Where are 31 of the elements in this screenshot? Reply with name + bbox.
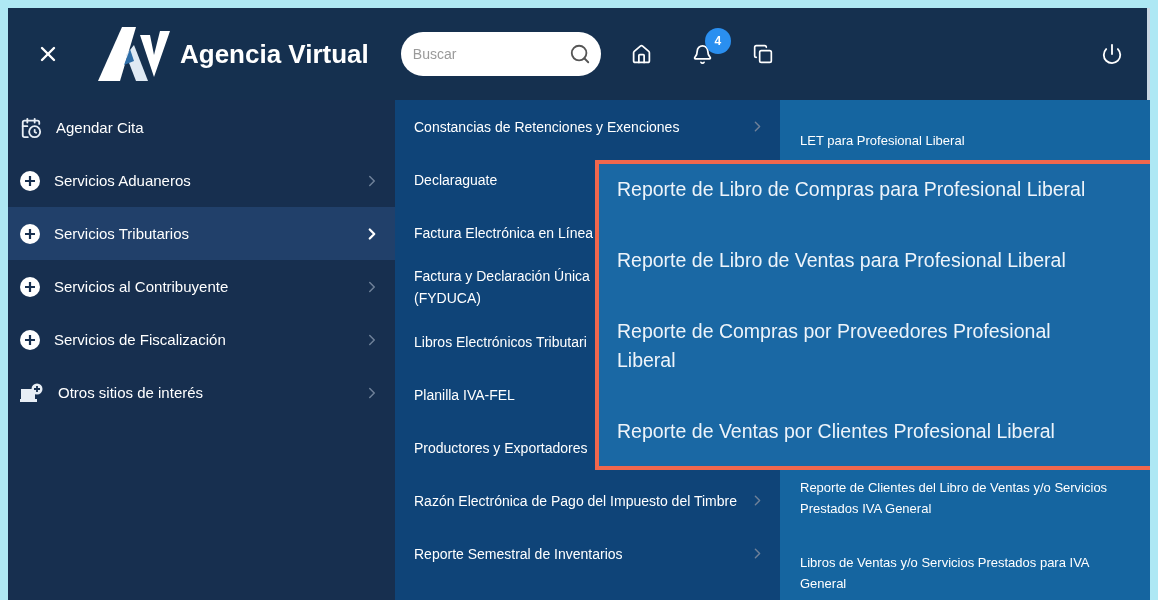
- notifications-button[interactable]: [691, 43, 713, 65]
- sidebar-item[interactable]: Agendar Cita: [8, 101, 395, 154]
- notification-badge: 4: [704, 27, 731, 54]
- calendar-clock-icon: [20, 116, 42, 139]
- submenu-item[interactable]: Reporte de Clientes del Libro de Ventas y/o Servicios Prestados IVA General: [800, 477, 1144, 519]
- callout-item[interactable]: Reporte de Ventas por Clientes Profesional Liberal: [617, 406, 1133, 457]
- search-icon: [568, 43, 591, 65]
- plus-circle-icon: [20, 170, 40, 191]
- submenu-item[interactable]: Reporte Semestral de Inventarios: [395, 527, 780, 580]
- search-field[interactable]: Buscar: [400, 32, 601, 76]
- copy-button[interactable]: [752, 44, 773, 64]
- app-title: Agencia Virtual: [180, 38, 369, 70]
- sidebar-item[interactable]: Servicios de Fiscalización: [8, 313, 395, 366]
- submenu-item[interactable]: Libros de Ventas y/o Servicios Prestados para IVA General: [800, 552, 1144, 594]
- home-button[interactable]: [630, 43, 652, 65]
- sidebar-item[interactable]: Servicios Tributarios: [8, 207, 395, 260]
- plus-circle-icon: [20, 276, 40, 297]
- sidebar-item[interactable]: Servicios al Contribuyente: [8, 260, 395, 313]
- callout-item[interactable]: Reporte de Libro de Compras para Profesional Liberal: [617, 164, 1133, 215]
- plus-circle-icon: [20, 223, 40, 244]
- submenu-item[interactable]: Constancias de Retenciones y Exenciones: [395, 100, 780, 153]
- callout-item[interactable]: Reporte de Compras por Proveedores Profesional Liberal: [617, 306, 1133, 386]
- submenu-item[interactable]: Razón Electrónica de Pago del Impuesto del Timbre: [395, 474, 780, 527]
- logo-icon: [96, 25, 172, 83]
- callout-item[interactable]: Reporte de Libro de Ventas para Profesional Liberal: [617, 235, 1133, 286]
- laptop-plus-icon: [20, 382, 44, 403]
- plus-circle-icon: [20, 329, 40, 350]
- sidebar-item[interactable]: Servicios Aduaneros: [8, 154, 395, 207]
- submenu-item[interactable]: LET para Profesional Liberal: [800, 130, 1144, 151]
- sidebar-item[interactable]: Otros sitios de interés: [8, 366, 395, 419]
- power-button[interactable]: [1101, 43, 1123, 65]
